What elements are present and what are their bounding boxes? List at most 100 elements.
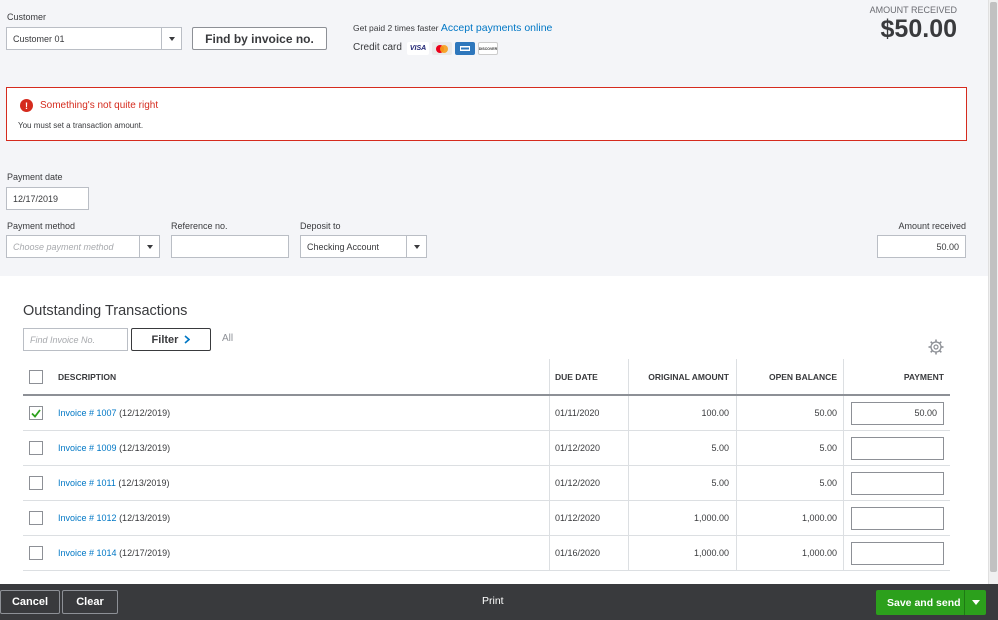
invoice-link[interactable]: Invoice # 1014: [58, 548, 117, 558]
col-open-balance[interactable]: OPEN BALANCE: [736, 359, 837, 394]
row-checkbox[interactable]: [29, 441, 43, 455]
table-row: Invoice # 1014 (12/17/2019) 01/16/2020 1…: [23, 536, 950, 571]
row-checkbox-cell: [29, 396, 43, 430]
chevron-down-icon[interactable]: [139, 236, 159, 257]
scrollbar[interactable]: [988, 0, 998, 584]
save-and-send-button[interactable]: Save and send: [876, 590, 986, 615]
card-icons: VISA DISCOVER: [407, 42, 498, 55]
row-checkbox-cell: [29, 431, 43, 465]
due-date-cell: 01/12/2020: [555, 478, 601, 488]
customer-value: Customer 01: [13, 33, 65, 44]
col-payment[interactable]: PAYMENT: [843, 359, 944, 394]
description-cell: Invoice # 1014 (12/17/2019): [58, 536, 170, 570]
open-balance-cell: 50.00: [814, 408, 837, 418]
row-checkbox-cell: [29, 501, 43, 535]
description-cell: Invoice # 1007 (12/12/2019): [58, 396, 170, 430]
payment-cell: [851, 536, 944, 570]
invoice-link[interactable]: Invoice # 1009: [58, 443, 117, 453]
table-header: DESCRIPTION DUE DATE ORIGINAL AMOUNT OPE…: [23, 359, 950, 396]
deposit-to-select[interactable]: Checking Account: [300, 235, 427, 258]
print-button[interactable]: Print: [482, 595, 504, 607]
accept-payments-link[interactable]: Accept payments online: [441, 22, 552, 34]
payment-input[interactable]: [851, 541, 944, 565]
chevron-right-icon: [184, 335, 191, 344]
payment-cell: [851, 466, 944, 500]
customer-label: Customer: [7, 12, 47, 22]
original-amount-cell: 1,000.00: [693, 548, 729, 558]
payment-cell: [851, 501, 944, 535]
deposit-to-label: Deposit to: [300, 221, 341, 231]
payment-date-label: Payment date: [7, 172, 63, 182]
due-date-cell: 01/11/2020: [555, 408, 600, 418]
open-balance-cell: 1,000.00: [801, 513, 837, 523]
col-due-date[interactable]: DUE DATE: [555, 359, 598, 394]
promo-text: Get paid 2 times faster: [353, 23, 439, 33]
amount-received-total: $50.00: [880, 15, 957, 43]
table-row: Invoice # 1011 (12/13/2019) 01/12/2020 5…: [23, 466, 950, 501]
col-original-amount[interactable]: ORIGINAL AMOUNT: [628, 359, 729, 394]
customer-select[interactable]: Customer 01: [6, 27, 182, 50]
chevron-down-icon[interactable]: [161, 28, 181, 49]
amount-received-label: AMOUNT RECEIVED: [869, 5, 957, 15]
chevron-down-icon[interactable]: [406, 236, 426, 257]
amex-icon: [455, 42, 475, 55]
description-cell: Invoice # 1009 (12/13/2019): [58, 431, 170, 465]
gear-icon[interactable]: [928, 339, 944, 355]
payment-input[interactable]: [851, 471, 944, 495]
reference-label: Reference no.: [171, 221, 228, 231]
filter-label: Filter: [151, 333, 179, 346]
row-checkbox[interactable]: [29, 511, 43, 525]
description-cell: Invoice # 1011 (12/13/2019): [58, 466, 169, 500]
scrollbar-thumb[interactable]: [990, 2, 997, 572]
invoice-date: (12/12/2019): [119, 408, 171, 418]
credit-card-label: Credit card: [353, 42, 402, 53]
error-message: You must set a transaction amount.: [18, 121, 144, 130]
reference-input[interactable]: [171, 235, 289, 258]
promo-line: Get paid 2 times faster Accept payments …: [353, 22, 552, 34]
original-amount-cell: 5.00: [711, 443, 729, 453]
checkmark-icon: [31, 408, 41, 418]
table-row: Invoice # 1009 (12/13/2019) 01/12/2020 5…: [23, 431, 950, 466]
col-description[interactable]: DESCRIPTION: [58, 359, 116, 394]
deposit-to-value: Checking Account: [307, 241, 380, 252]
filter-button[interactable]: Filter: [131, 328, 211, 351]
invoice-date: (12/13/2019): [119, 443, 171, 453]
row-checkbox-cell: [29, 466, 43, 500]
cancel-button[interactable]: Cancel: [0, 590, 60, 614]
error-icon: !: [20, 99, 33, 112]
payment-method-select[interactable]: Choose payment method: [6, 235, 160, 258]
amount-received-input[interactable]: 50.00: [877, 235, 966, 258]
invoice-link[interactable]: Invoice # 1012: [58, 513, 117, 523]
invoice-link[interactable]: Invoice # 1007: [58, 408, 117, 418]
payment-input[interactable]: [851, 506, 944, 530]
row-checkbox[interactable]: [29, 476, 43, 490]
payment-input[interactable]: [851, 436, 944, 460]
find-invoice-input[interactable]: Find Invoice No.: [23, 328, 128, 351]
invoice-date: (12/17/2019): [119, 548, 171, 558]
select-all-checkbox[interactable]: [29, 369, 43, 384]
due-date-cell: 01/12/2020: [555, 513, 601, 523]
row-checkbox[interactable]: [29, 546, 43, 560]
amount-received-field-label: Amount received: [898, 221, 966, 231]
payment-date-input[interactable]: 12/17/2019: [6, 187, 89, 210]
original-amount-cell: 1,000.00: [693, 513, 729, 523]
invoice-date: (12/13/2019): [118, 478, 170, 488]
row-checkbox-cell: [29, 536, 43, 570]
payment-cell: [851, 431, 944, 465]
invoice-link[interactable]: Invoice # 1011: [58, 478, 116, 488]
discover-icon: DISCOVER: [478, 42, 498, 55]
find-by-invoice-button[interactable]: Find by invoice no.: [192, 27, 327, 50]
table-row: Invoice # 1007 (12/12/2019) 01/11/2020 1…: [23, 396, 950, 431]
footer-bar: Cancel Clear Print Save and send: [0, 584, 998, 620]
all-filter-label: All: [222, 333, 234, 344]
row-checkbox[interactable]: [29, 406, 43, 420]
header-section: Customer Customer 01 Find by invoice no.…: [0, 0, 988, 276]
payment-method-placeholder: Choose payment method: [13, 241, 114, 252]
clear-button[interactable]: Clear: [62, 590, 118, 614]
original-amount-cell: 100.00: [701, 408, 729, 418]
payment-input[interactable]: 50.00: [851, 401, 944, 425]
visa-icon: VISA: [407, 42, 429, 55]
chevron-down-icon[interactable]: [964, 590, 986, 615]
payment-cell: 50.00: [851, 396, 944, 430]
due-date-cell: 01/16/2020: [555, 548, 601, 558]
